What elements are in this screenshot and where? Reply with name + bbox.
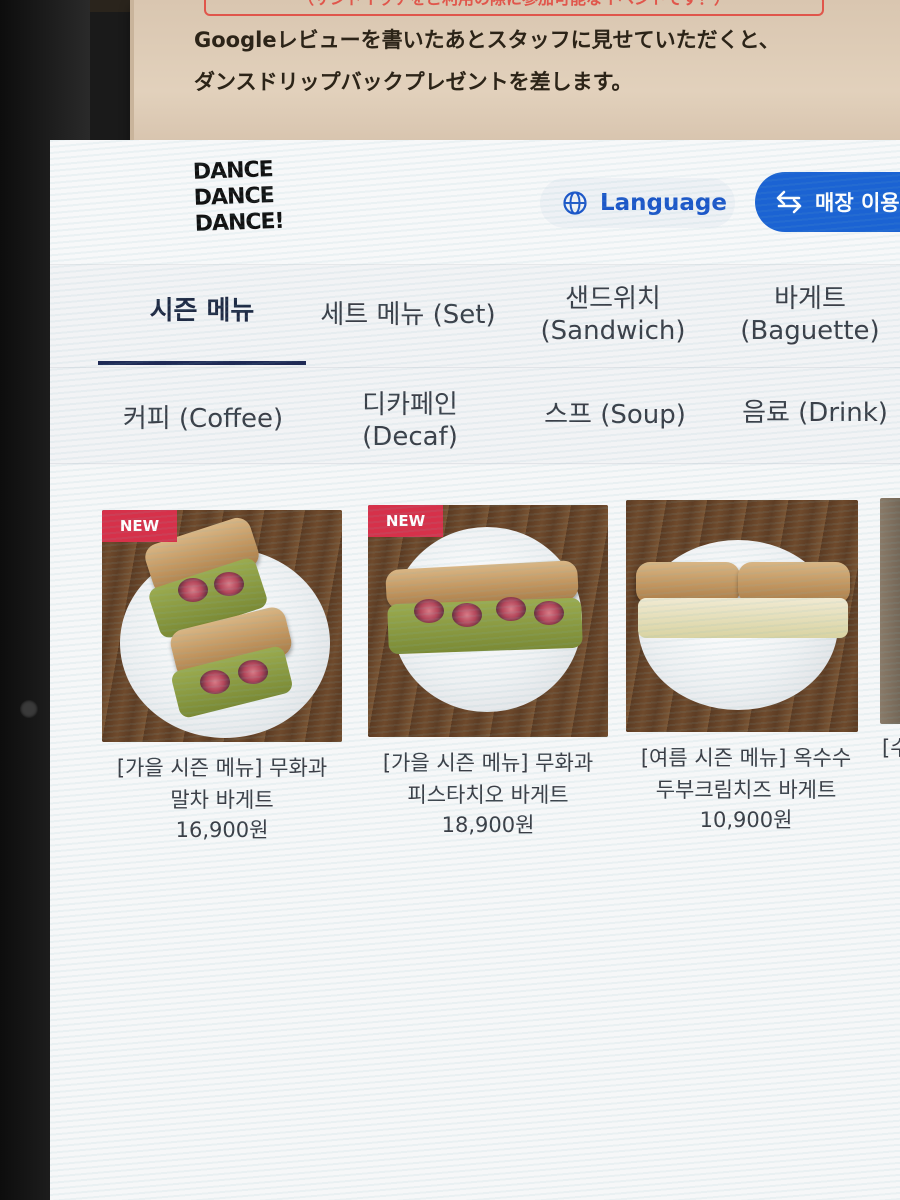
tab-baguette[interactable]: 바게트 (Baguette) bbox=[730, 283, 890, 347]
fig-slice bbox=[178, 578, 208, 602]
menu-card-fig-matcha[interactable]: NEW [가을 시즌 메뉴] 무화과 말차 바게트 16,900원 bbox=[102, 510, 342, 844]
language-label: Language bbox=[600, 190, 727, 216]
menu-item-name-line2: 피스타치오 바게트 bbox=[407, 783, 569, 807]
menu-item-image[interactable] bbox=[626, 500, 858, 732]
logo-line: DANCE! bbox=[194, 208, 285, 237]
new-badge: NEW bbox=[368, 505, 443, 537]
tab-set-menu[interactable]: 세트 메뉴 (Set) bbox=[308, 299, 508, 331]
language-button[interactable]: Language bbox=[540, 178, 735, 228]
menu-item-image[interactable]: NEW bbox=[368, 505, 608, 737]
menu-item-price: 16,900원 bbox=[175, 818, 269, 842]
tab-label: 디카페인 bbox=[362, 390, 458, 420]
menu-card-corn-tofu[interactable]: [여름 시즌 메뉴] 옥수수 두부크림치즈 바게트 10,900원 bbox=[626, 500, 866, 834]
tab-season-menu[interactable]: 시즌 메뉴 bbox=[98, 295, 306, 327]
tab-sublabel: (Decaf) bbox=[362, 422, 458, 452]
tab-label: 시즌 메뉴 bbox=[149, 296, 255, 326]
fig-slice bbox=[238, 660, 268, 684]
brand-logo: DANCE DANCE DANCE! bbox=[192, 156, 305, 250]
swap-arrows-icon bbox=[776, 190, 802, 214]
logo-line: DANCE bbox=[192, 157, 274, 185]
tab-sublabel: (Baguette) bbox=[740, 316, 880, 346]
menu-item-name: [여름 시즌 메뉴] 옥수수 두부크림치즈 바게트 bbox=[626, 742, 866, 806]
menu-item-name-line1: [가을 시즌 메뉴] 무화과 bbox=[116, 756, 328, 780]
tab-sublabel: (Sandwich) bbox=[540, 316, 686, 346]
fig-slice bbox=[496, 597, 526, 621]
tab-label: 스프 (Soup) bbox=[544, 400, 686, 430]
store-use-button[interactable]: 매장 이용 bbox=[755, 172, 900, 232]
tab-decaf[interactable]: 디카페인 (Decaf) bbox=[340, 389, 480, 453]
fig-slice bbox=[452, 603, 482, 627]
menu-item-name-line1: [가을 시즌 메뉴] 무화과 bbox=[382, 751, 594, 775]
next-menu-card-name: [수 bbox=[882, 736, 900, 760]
fig-slice bbox=[214, 572, 244, 596]
tab-coffee[interactable]: 커피 (Coffee) bbox=[108, 403, 298, 435]
notice-cut-line: （サンドイッチをご利用の際に参加可能なイベントです！） bbox=[204, 0, 824, 16]
app-header: DANCE DANCE DANCE! Language 매장 이용 bbox=[50, 140, 900, 265]
tab-row-divider bbox=[50, 367, 900, 368]
menu-item-price: 18,900원 bbox=[441, 813, 535, 837]
category-tabs: 시즌 메뉴 세트 메뉴 (Set) 샌드위치 (Sandwich) 바게트 (B… bbox=[50, 265, 900, 465]
paper-notice: （サンドイッチをご利用の際に参加可能なイベントです！） Googleレビューを書… bbox=[130, 0, 900, 152]
notice-line-1: Googleレビューを書いたあとスタッフに見せていただくと、 bbox=[194, 28, 780, 52]
tab-drink[interactable]: 음료 (Drink) bbox=[730, 397, 900, 429]
tab-label: 커피 (Coffee) bbox=[122, 404, 284, 434]
tab-sandwich[interactable]: 샌드위치 (Sandwich) bbox=[528, 283, 698, 347]
fig-slice bbox=[414, 599, 444, 623]
tab-label: 샌드위치 bbox=[565, 284, 661, 314]
menu-card-fig-pistachio[interactable]: NEW [가을 시즌 메뉴] 무화과 피스타치오 바게트 18,900원 bbox=[368, 505, 608, 839]
menu-item-name-line1: [여름 시즌 메뉴] 옥수수 bbox=[640, 746, 852, 770]
fig-slice bbox=[200, 670, 230, 694]
kiosk-screen: DANCE DANCE DANCE! Language 매장 이용 시즌 메뉴 … bbox=[50, 140, 900, 1200]
menu-item-price: 10,900원 bbox=[699, 808, 793, 832]
menu-item-image[interactable]: NEW bbox=[102, 510, 342, 742]
store-use-label: 매장 이용 bbox=[815, 191, 900, 215]
logo-line: DANCE bbox=[193, 183, 275, 211]
menu-item-name-line2: 말차 바게트 bbox=[170, 788, 274, 812]
bezel-sensor bbox=[20, 700, 38, 718]
tofu-cream-filling bbox=[638, 598, 848, 638]
globe-icon bbox=[563, 191, 587, 215]
tab-label: 바게트 bbox=[774, 284, 846, 314]
menu-item-name-line2: 두부크림치즈 바게트 bbox=[655, 778, 837, 802]
menu-item-name: [가을 시즌 메뉴] 무화과 피스타치오 바게트 bbox=[368, 747, 608, 811]
tab-label: 음료 (Drink) bbox=[742, 398, 888, 428]
next-menu-card-image[interactable] bbox=[880, 498, 900, 724]
menu-item-name: [가을 시즌 메뉴] 무화과 말차 바게트 bbox=[102, 752, 342, 816]
tab-soup[interactable]: 스프 (Soup) bbox=[530, 399, 700, 431]
tabs-bottom-divider bbox=[50, 463, 900, 464]
active-tab-indicator bbox=[98, 361, 306, 365]
notice-line-2: ダンスドリップバックプレゼントを差します。 bbox=[194, 70, 633, 94]
new-badge: NEW bbox=[102, 510, 177, 542]
fig-slice bbox=[534, 601, 564, 625]
tab-label: 세트 메뉴 (Set) bbox=[320, 300, 496, 330]
